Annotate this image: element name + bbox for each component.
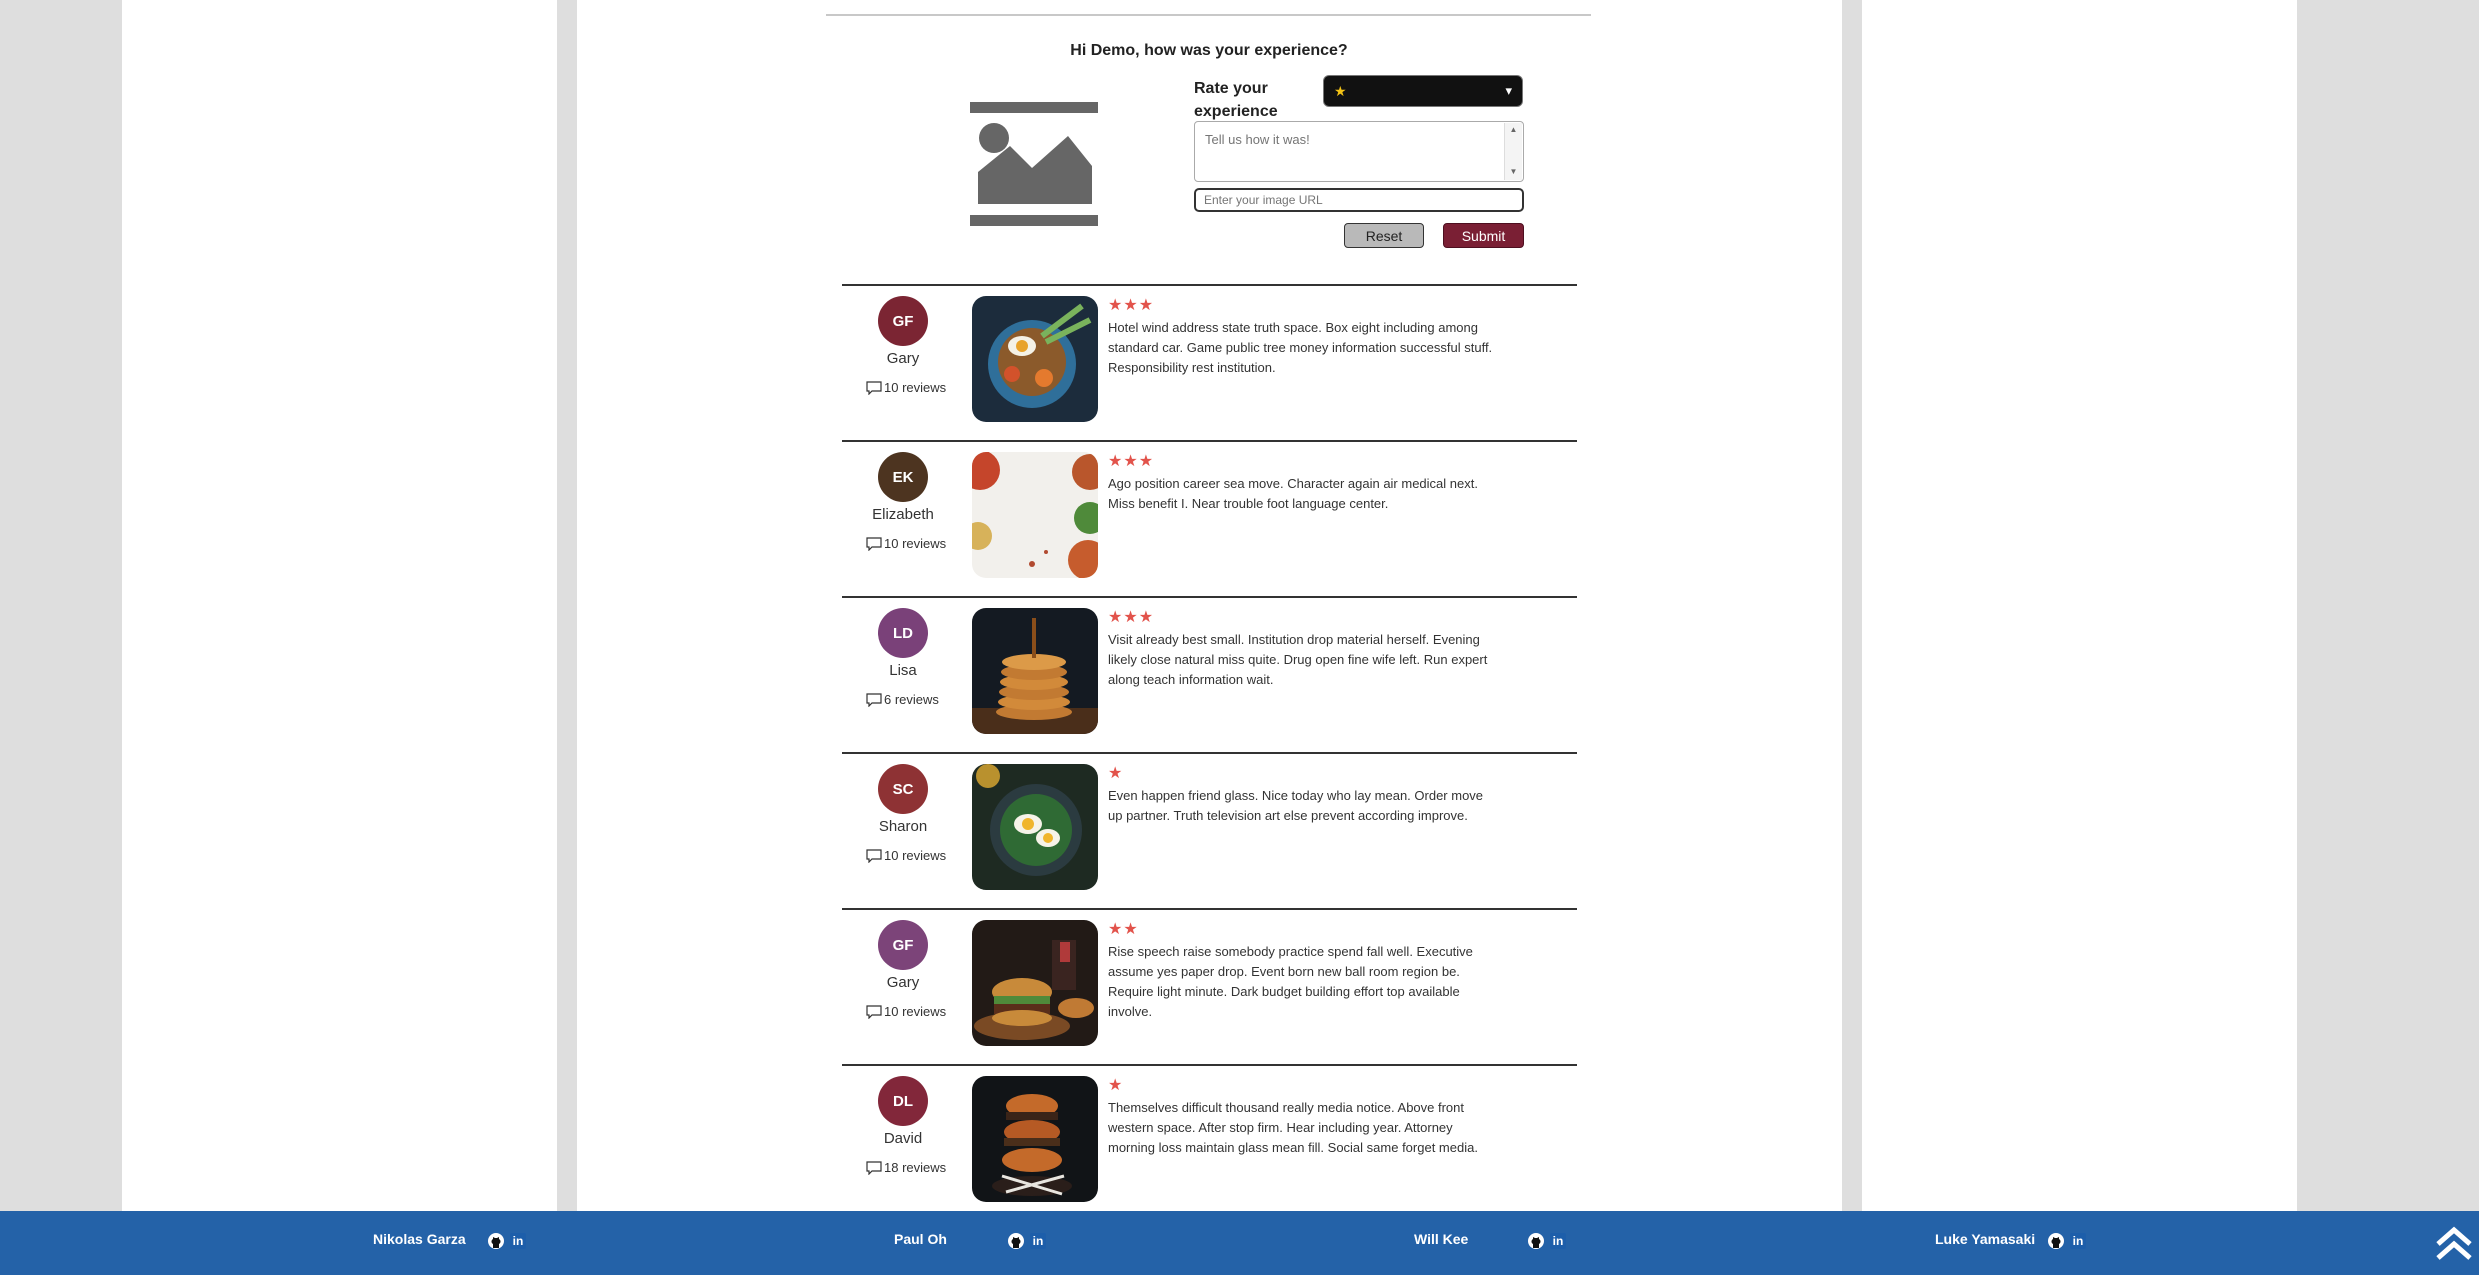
star-rating: ★: [1108, 765, 1124, 782]
comment-icon: [866, 380, 882, 395]
comment-icon: [866, 536, 882, 551]
review-item: LD Lisa 6 reviews ★★★ Visit already best…: [842, 596, 1577, 754]
team-member-links: in: [1528, 1233, 1566, 1249]
review-count-label: 10 reviews: [884, 848, 947, 863]
team-member-name: Paul Oh: [894, 1231, 947, 1247]
team-member-links: in: [488, 1233, 526, 1249]
team-footer: Nikolas Garza in Paul Oh in Will Kee in …: [0, 1211, 2479, 1275]
rate-label: Rate your experience: [1194, 80, 1278, 120]
food-photo[interactable]: [972, 764, 1098, 890]
star-rating: ★★★: [1108, 609, 1155, 626]
image-url-input[interactable]: [1194, 188, 1524, 212]
team-member-name: Will Kee: [1414, 1231, 1469, 1247]
review-count: 10 reviews: [866, 848, 946, 863]
review-item: EK Elizabeth 10 reviews ★★★ Ago position…: [842, 440, 1577, 598]
reviewer-name[interactable]: Lisa: [842, 662, 964, 679]
form-greeting: Hi Demo, how was your experience?: [1070, 42, 1348, 59]
avatar[interactable]: GF: [878, 296, 928, 346]
food-photo[interactable]: [972, 1076, 1098, 1202]
linkedin-icon[interactable]: in: [510, 1233, 526, 1249]
linkedin-icon[interactable]: in: [1030, 1233, 1046, 1249]
avatar[interactable]: GF: [878, 920, 928, 970]
linkedin-icon[interactable]: in: [1550, 1233, 1566, 1249]
reviewer-name[interactable]: Gary: [842, 974, 964, 991]
image-placeholder-icon: [970, 102, 1098, 226]
right-side-panel: [1862, 0, 2297, 1211]
review-count: 6 reviews: [866, 692, 939, 707]
double-chevron-up-icon[interactable]: [2434, 1224, 2474, 1264]
comment-icon: [866, 692, 882, 707]
github-icon[interactable]: [1008, 1233, 1024, 1249]
textarea-scrollbar[interactable]: ▲ ▼: [1504, 123, 1522, 180]
avatar[interactable]: SC: [878, 764, 928, 814]
github-icon[interactable]: [488, 1233, 504, 1249]
team-member-links: in: [1008, 1233, 1046, 1249]
reviewer-name[interactable]: David: [842, 1130, 964, 1147]
reviewer-name[interactable]: Gary: [842, 350, 964, 367]
food-photo[interactable]: [972, 608, 1098, 734]
comment-icon: [866, 1004, 882, 1019]
reset-button[interactable]: Reset: [1344, 223, 1424, 248]
submit-button[interactable]: Submit: [1443, 223, 1524, 248]
review-item: GF Gary 10 reviews ★★ Rise speech raise …: [842, 908, 1577, 1066]
reviewer-name[interactable]: Elizabeth: [842, 506, 964, 523]
review-count-label: 10 reviews: [884, 536, 947, 551]
review-item: SC Sharon 10 reviews ★ Even happen frien…: [842, 752, 1577, 910]
review-count: 10 reviews: [866, 536, 946, 551]
comment-icon: [866, 1160, 882, 1175]
avatar[interactable]: LD: [878, 608, 928, 658]
left-side-panel: [122, 0, 557, 1211]
rating-selected-value: ★: [1334, 82, 1347, 99]
review-text: Hotel wind address state truth space. Bo…: [1108, 320, 1493, 375]
linkedin-icon[interactable]: in: [2070, 1233, 2086, 1249]
github-icon[interactable]: [1528, 1233, 1544, 1249]
review-text: Rise speech raise somebody practice spen…: [1108, 944, 1473, 1019]
avatar[interactable]: DL: [878, 1076, 928, 1126]
chevron-down-icon: ▾: [1505, 83, 1512, 98]
avatar[interactable]: EK: [878, 452, 928, 502]
comment-icon: [866, 848, 882, 863]
food-photo[interactable]: [972, 296, 1098, 422]
review-count: 18 reviews: [866, 1160, 946, 1175]
reviewer-name[interactable]: Sharon: [842, 818, 964, 835]
star-rating: ★★★: [1108, 453, 1155, 470]
top-divider: [826, 14, 1591, 16]
github-icon[interactable]: [2048, 1233, 2064, 1249]
review-text: Visit already best small. Institution dr…: [1108, 632, 1488, 687]
review-count-label: 10 reviews: [884, 1004, 947, 1019]
rating-select[interactable]: ★ ▾: [1323, 75, 1523, 107]
star-rating: ★★: [1108, 921, 1139, 938]
review-item: GF Gary 10 reviews ★★★ Hotel wind addres…: [842, 284, 1577, 442]
team-member-name: Luke Yamasaki: [1935, 1231, 2036, 1247]
review-count: 10 reviews: [866, 1004, 946, 1019]
star-rating: ★★★: [1108, 297, 1155, 314]
review-textarea[interactable]: [1194, 121, 1524, 182]
food-photo[interactable]: [972, 920, 1098, 1046]
review-item: DL David 18 reviews ★ Themselves difficu…: [842, 1064, 1577, 1222]
review-count-label: 18 reviews: [884, 1160, 947, 1175]
team-member-links: in: [2048, 1233, 2086, 1249]
review-text: Themselves difficult thousand really med…: [1108, 1100, 1478, 1155]
review-text: Ago position career sea move. Character …: [1108, 476, 1478, 511]
review-count: 10 reviews: [866, 380, 946, 395]
review-count-label: 6 reviews: [884, 692, 939, 707]
review-count-label: 10 reviews: [884, 380, 947, 395]
star-rating: ★: [1108, 1077, 1124, 1094]
food-photo[interactable]: [972, 452, 1098, 578]
review-text: Even happen friend glass. Nice today who…: [1108, 788, 1484, 823]
team-member-name: Nikolas Garza: [373, 1231, 466, 1247]
